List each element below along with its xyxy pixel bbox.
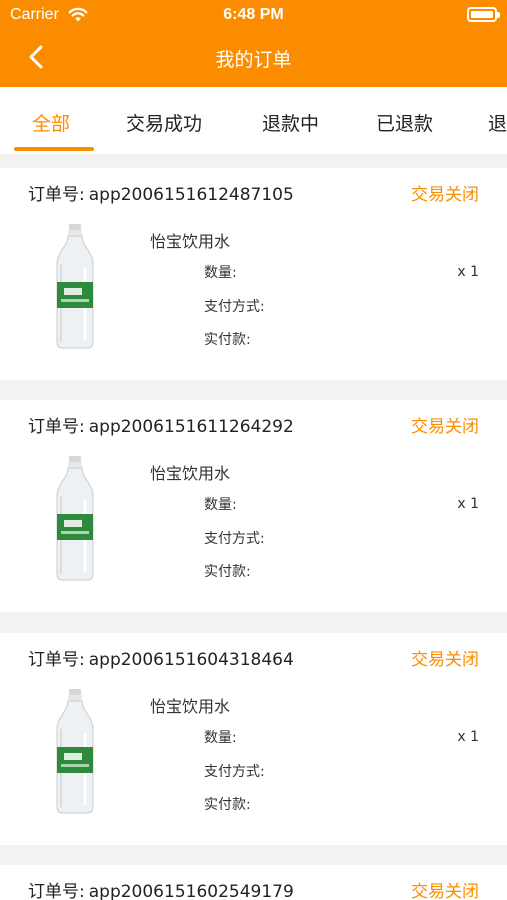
order-number: 订单号: app2006151604318464 — [28, 650, 294, 670]
status-bar: Carrier 6:48 PM — [0, 0, 507, 30]
water-bottle-image — [56, 224, 94, 349]
water-bottle-image — [56, 689, 94, 814]
tab-indicator — [14, 147, 94, 151]
paid-amount-label: 实付款: — [204, 332, 251, 348]
quantity-value: x 1 — [457, 264, 479, 280]
order-status: 交易关闭 — [411, 882, 479, 900]
nav-bar: 我的订单 — [0, 30, 507, 87]
order-status: 交易关闭 — [411, 417, 479, 437]
tab-bar: 全部 交易成功 退款中 已退款 退 — [0, 87, 507, 154]
product-name: 怡宝饮用水 — [150, 232, 231, 251]
order-number: 订单号: app2006151602549179 — [28, 882, 294, 900]
order-status: 交易关闭 — [411, 650, 479, 670]
tab-all[interactable]: 全部 — [32, 109, 70, 136]
order-number: 订单号: app2006151612487105 — [28, 185, 294, 205]
product-name: 怡宝饮用水 — [150, 464, 231, 483]
tab-more[interactable]: 退 — [488, 109, 507, 136]
quantity-label: 数量: — [204, 497, 237, 513]
tab-refunded[interactable]: 已退款 — [376, 109, 433, 136]
quantity-label: 数量: — [204, 730, 237, 746]
page-title: 我的订单 — [215, 49, 292, 71]
clock: 6:48 PM — [223, 6, 284, 23]
paid-amount-label: 实付款: — [204, 564, 251, 580]
header: Carrier 6:48 PM 我的订单 — [0, 0, 507, 87]
battery-icon — [467, 7, 500, 22]
water-bottle-image — [56, 456, 94, 581]
order-card[interactable]: 订单号: app2006151602549179 交易关闭 — [0, 865, 507, 900]
order-card[interactable]: 订单号: app2006151611264292 交易关闭 怡宝饮用水 数量: x… — [0, 400, 507, 612]
order-card[interactable]: 订单号: app2006151604318464 交易关闭 怡宝饮用水 数量: x… — [0, 633, 507, 845]
tab-success[interactable]: 交易成功 — [126, 109, 202, 136]
quantity-label: 数量: — [204, 265, 237, 281]
quantity-value: x 1 — [457, 496, 479, 512]
payment-method-label: 支付方式: — [204, 764, 265, 780]
paid-amount-label: 实付款: — [204, 797, 251, 813]
payment-method-label: 支付方式: — [204, 299, 265, 315]
order-number: 订单号: app2006151611264292 — [28, 417, 294, 437]
quantity-value: x 1 — [457, 729, 479, 745]
tab-refunding[interactable]: 退款中 — [262, 109, 319, 136]
order-card[interactable]: 订单号: app2006151612487105 交易关闭 怡宝饮用水 数量: x… — [0, 168, 507, 380]
payment-method-label: 支付方式: — [204, 531, 265, 547]
order-status: 交易关闭 — [411, 185, 479, 205]
product-name: 怡宝饮用水 — [150, 697, 231, 716]
